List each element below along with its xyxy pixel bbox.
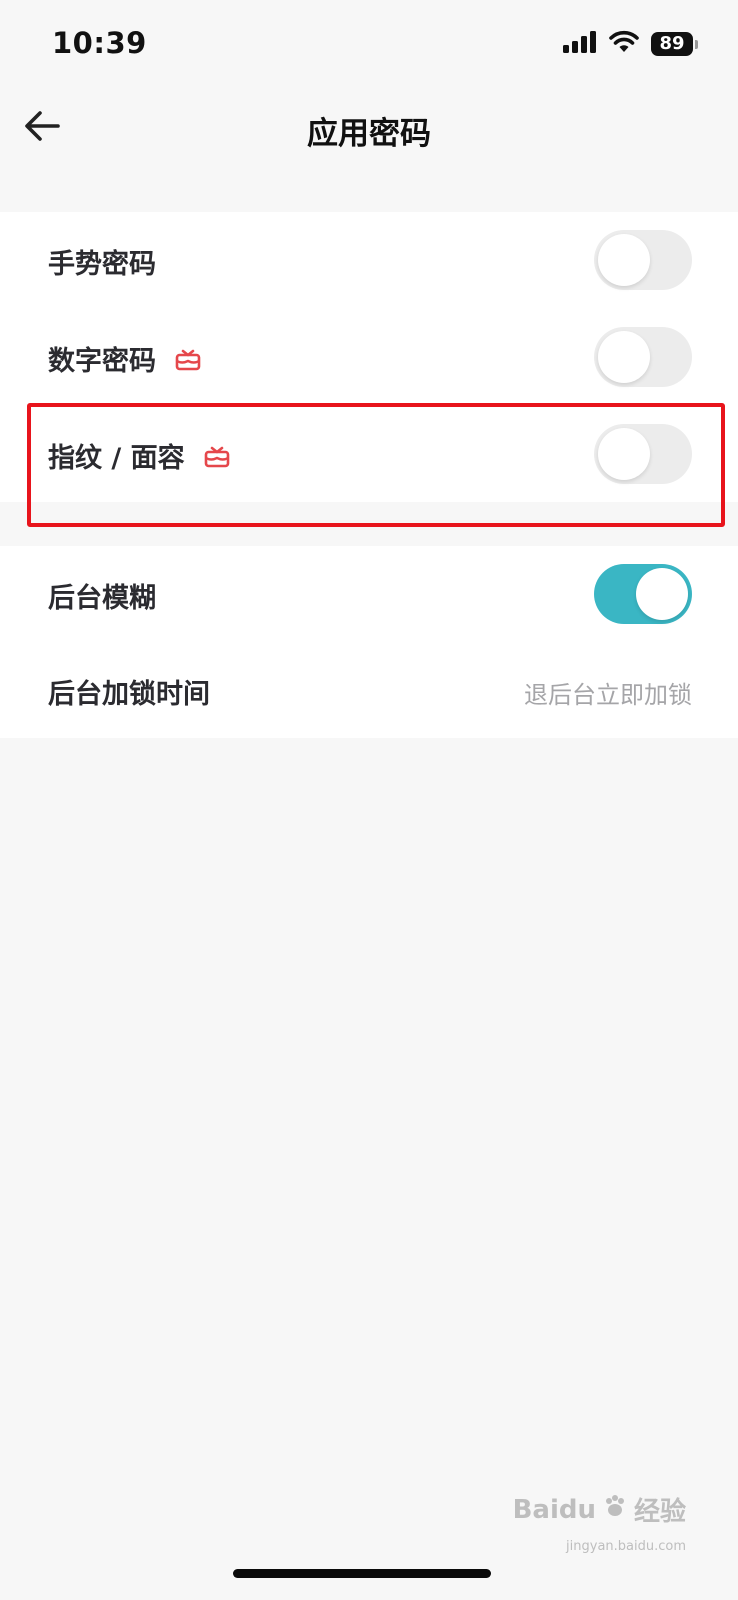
status-icons: 89 [563, 30, 698, 58]
wifi-icon [609, 30, 639, 58]
fingerprint-face-row[interactable]: 指纹 / 面容 [0, 406, 738, 503]
background-blur-toggle[interactable] [594, 564, 692, 624]
vip-gift-icon [174, 345, 202, 373]
nav-bar: 应用密码 [0, 90, 738, 172]
numeric-password-label: 数字密码 [48, 339, 202, 378]
home-indicator[interactable] [233, 1569, 491, 1578]
background-settings-group: 后台模糊 后台加锁时间 退后台立即加锁 [0, 546, 738, 738]
background-blur-label: 后台模糊 [48, 583, 156, 614]
battery-level: 89 [651, 32, 693, 56]
background-blur-row[interactable]: 后台模糊 [0, 546, 738, 643]
paw-icon [602, 1493, 628, 1526]
numeric-password-toggle[interactable] [594, 327, 692, 387]
numeric-password-row[interactable]: 数字密码 [0, 309, 738, 406]
password-settings-group: 手势密码 数字密码 指纹 / 面容 [0, 212, 738, 502]
background-lock-time-label: 后台加锁时间 [48, 679, 210, 710]
background-lock-time-row[interactable]: 后台加锁时间 退后台立即加锁 [0, 642, 738, 739]
page-title: 应用密码 [307, 116, 431, 152]
baidu-watermark: Baidu 经验 [513, 1491, 686, 1528]
watermark-suffix: 经验 [633, 1497, 686, 1527]
watermark-brand: Baidu [512, 1494, 596, 1525]
fingerprint-face-label: 指纹 / 面容 [48, 436, 231, 475]
gesture-password-toggle[interactable] [594, 230, 692, 290]
battery-icon: 89 [651, 32, 698, 56]
status-bar: 10:39 89 [0, 0, 738, 90]
watermark-url: jingyan.baidu.com [566, 1539, 686, 1554]
background-lock-time-value: 退后台立即加锁 [524, 681, 692, 709]
gesture-password-label: 手势密码 [48, 249, 156, 280]
fingerprint-face-toggle[interactable] [594, 424, 692, 484]
gesture-password-row[interactable]: 手势密码 [0, 212, 738, 309]
status-time: 10:39 [52, 26, 147, 60]
vip-gift-icon [203, 442, 231, 470]
cellular-signal-icon [563, 30, 597, 58]
